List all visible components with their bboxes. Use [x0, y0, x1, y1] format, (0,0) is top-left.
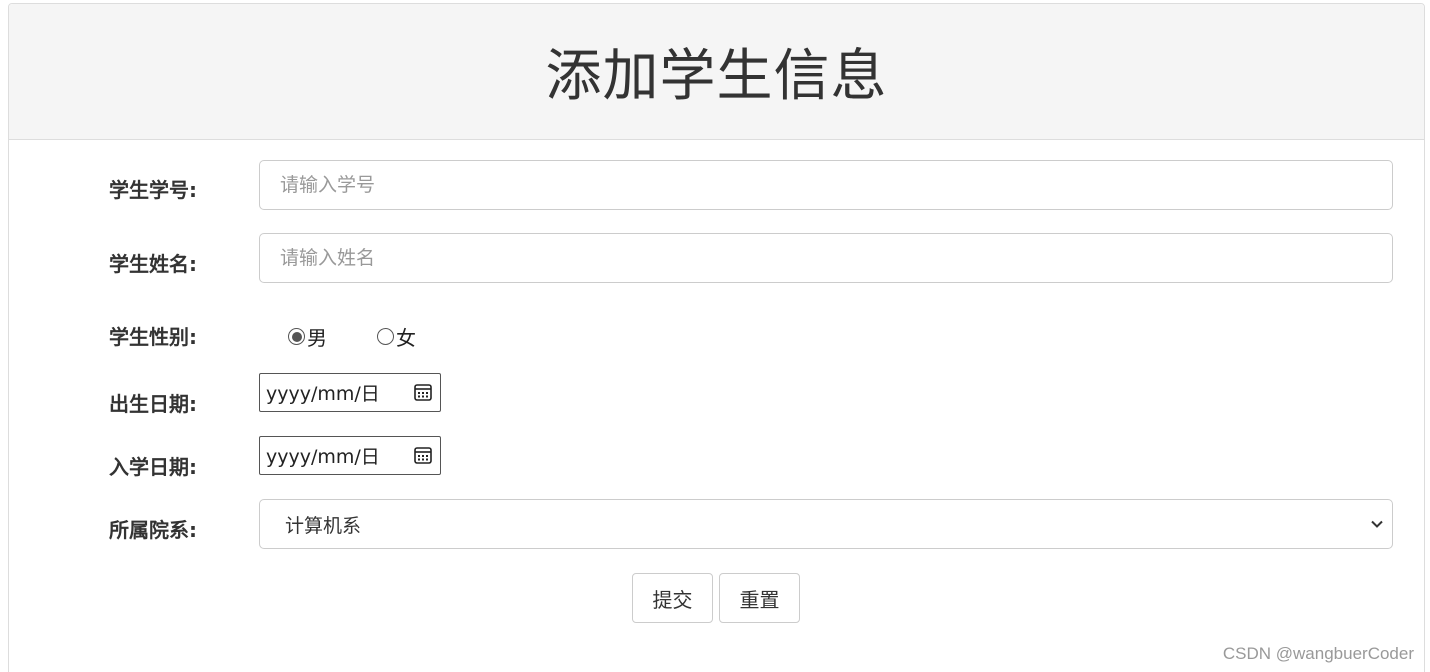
- birth-date-value: yyyy/mm/日: [266, 383, 380, 405]
- gender-radio-group: 男 女: [288, 322, 466, 351]
- page-title: 添加学生信息: [545, 44, 888, 109]
- chevron-down-icon: [1371, 520, 1383, 528]
- gender-female-label: 女: [396, 326, 416, 350]
- student-name-label: 学生姓名:: [109, 252, 197, 276]
- watermark: CSDN @wangbuerCoder: [1222, 644, 1414, 663]
- reset-button[interactable]: 重置: [719, 573, 800, 623]
- department-label: 所属院系:: [109, 518, 197, 542]
- calendar-icon[interactable]: [414, 383, 432, 401]
- radio-male[interactable]: [288, 328, 305, 345]
- enroll-date-value: yyyy/mm/日: [266, 446, 380, 468]
- gender-male-label: 男: [307, 326, 327, 350]
- department-select[interactable]: 计算机系: [259, 499, 1393, 549]
- enroll-date-input[interactable]: yyyy/mm/日: [259, 436, 441, 475]
- panel-heading: 添加学生信息: [9, 4, 1424, 140]
- enroll-date-label: 入学日期:: [109, 455, 197, 479]
- student-name-input[interactable]: [259, 233, 1393, 283]
- gender-label: 学生性别:: [109, 325, 197, 349]
- department-selected-value: 计算机系: [285, 514, 362, 537]
- student-id-label: 学生学号:: [109, 178, 197, 202]
- submit-button[interactable]: 提交: [632, 573, 713, 623]
- student-id-input[interactable]: [259, 160, 1393, 210]
- birth-date-input[interactable]: yyyy/mm/日: [259, 373, 441, 412]
- gender-option-female[interactable]: 女: [377, 322, 416, 351]
- birth-date-label: 出生日期:: [109, 392, 197, 416]
- radio-female[interactable]: [377, 328, 394, 345]
- gender-option-male[interactable]: 男: [288, 322, 327, 351]
- calendar-icon[interactable]: [414, 446, 432, 464]
